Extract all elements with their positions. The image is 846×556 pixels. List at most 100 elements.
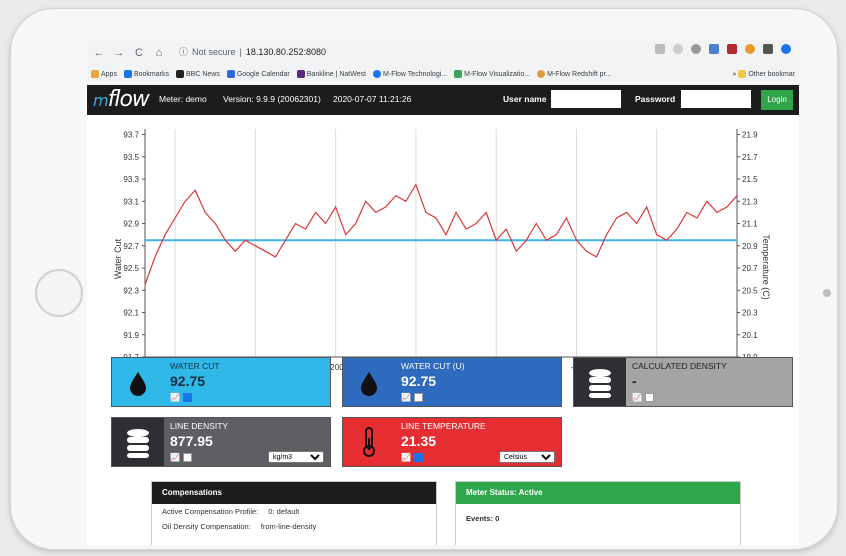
metric-card: WATER CUT 92.75 📈	[111, 357, 331, 407]
username-input[interactable]	[551, 90, 621, 108]
bookmark-mflow-vis[interactable]: M-Flow Visualizatio...	[454, 70, 530, 78]
trend-chart-icon[interactable]: 📈	[632, 393, 642, 402]
thermometer-icon	[343, 418, 395, 466]
bookmark-other[interactable]: » Other bookmar	[732, 70, 795, 78]
metric-tools: 📈	[401, 393, 423, 402]
profile-avatar[interactable]	[781, 44, 791, 54]
info-icon[interactable]: ⓘ	[179, 45, 188, 58]
puzzle-icon[interactable]	[763, 44, 773, 54]
y-tick-label: 92.5	[123, 264, 139, 273]
bookmarks-bar: Apps Bookmarks BBC News Google Calendar …	[91, 67, 795, 81]
extension-icon[interactable]	[709, 44, 719, 54]
star-icon[interactable]	[673, 44, 683, 54]
y2-axis-label: Temperature (C)	[761, 234, 771, 300]
compensations-header: Compensations	[152, 482, 436, 504]
reload-icon[interactable]: C	[133, 47, 145, 59]
metric-card: CALCULATED DENSITY - 📈	[573, 357, 793, 407]
metric-card: LINE DENSITY 877.95 📈 kg/m3	[111, 417, 331, 467]
trend-chart-icon[interactable]: 📈	[401, 453, 411, 462]
username-label: User name	[503, 94, 547, 104]
unit-select[interactable]: kg/m3	[268, 451, 324, 463]
bookmark-apps[interactable]: Apps	[91, 70, 117, 78]
password-input[interactable]	[681, 90, 751, 108]
bookmark-natwest[interactable]: Bankline | NatWest	[296, 70, 366, 78]
y2-tick-label: 20.9	[742, 242, 758, 251]
water-drop-icon	[343, 358, 395, 406]
back-icon[interactable]: ←	[93, 47, 105, 59]
y2-tick-label: 21.3	[742, 197, 758, 206]
metric-title: LINE DENSITY	[170, 421, 229, 431]
compensation-row: Active Compensation Profile: 0: default	[152, 504, 436, 519]
extension-icon[interactable]	[745, 44, 755, 54]
login-button[interactable]: Login	[761, 90, 793, 110]
compensation-row-value: from-line-density	[260, 522, 317, 531]
plot-checkbox[interactable]	[413, 453, 423, 462]
pdf-icon[interactable]	[727, 44, 737, 54]
chart-axes: -280-240-200-160-120-80-40091.791.992.19…	[123, 129, 758, 372]
browser-chrome: ← → C ⌂ ⓘ Not secure | 18.130.80.252:808…	[87, 39, 799, 86]
y2-tick-label: 20.3	[742, 309, 758, 318]
plot-checkbox[interactable]	[182, 453, 192, 462]
tablet-home-button[interactable]	[35, 269, 83, 317]
bookmark-mflow-tech[interactable]: M-Flow Technologi...	[373, 70, 447, 78]
chart-grid	[174, 129, 738, 357]
meter-label: Meter: demo	[159, 94, 207, 104]
plot-checkbox[interactable]	[644, 393, 654, 402]
compensation-row-value: 0: default	[268, 507, 300, 516]
tablet-frame: ← → C ⌂ ⓘ Not secure | 18.130.80.252:808…	[10, 8, 838, 550]
database-icon	[574, 358, 626, 406]
bookmark-calendar[interactable]: Google Calendar	[226, 70, 290, 78]
home-icon[interactable]: ⌂	[153, 47, 165, 59]
y2-tick-label: 21.7	[742, 153, 758, 162]
datetime-label: 2020-07-07 11:21:26	[333, 94, 412, 104]
address-bar[interactable]: ⓘ Not secure | 18.130.80.252:8080	[179, 45, 326, 58]
y-tick-label: 91.9	[123, 331, 139, 340]
metric-tools: 📈	[170, 453, 192, 462]
y-tick-label: 92.3	[123, 286, 139, 295]
unit-select[interactable]: Celsius	[499, 451, 555, 463]
bookmark-bookmarks[interactable]: Bookmarks	[123, 70, 169, 78]
compensation-row: Oil Density Compensation: from-line-dens…	[152, 519, 436, 534]
plot-checkbox[interactable]	[182, 393, 192, 402]
bookmark-mflow-redshift[interactable]: M-Flow Redshift pr...	[537, 70, 611, 78]
y-tick-label: 93.5	[123, 153, 139, 162]
y-tick-label: 92.7	[123, 242, 139, 251]
password-label: Password	[635, 94, 676, 104]
bookmark-bbc[interactable]: BBC News	[175, 70, 220, 78]
metric-tools: 📈	[401, 453, 423, 462]
chart-svg: -280-240-200-160-120-80-40091.791.992.19…	[113, 129, 771, 372]
extension-icon[interactable]	[691, 44, 701, 54]
app-header: mflow Meter: demo Version: 9.9.9 (200623…	[87, 85, 799, 115]
meter-status-panel: Meter Status: Active Events: 0	[455, 481, 741, 545]
trend-chart-icon[interactable]: 📈	[401, 393, 411, 402]
y2-tick-label: 21.9	[742, 131, 758, 140]
compensation-row-label: Active Compensation Profile:	[162, 507, 259, 516]
metric-tools: 📈	[632, 393, 654, 402]
y-tick-label: 92.9	[123, 220, 139, 229]
metric-value: 92.75	[401, 373, 437, 389]
metric-tools: 📈	[170, 393, 192, 402]
metric-title: LINE TEMPERATURE	[401, 421, 486, 431]
y-axis-label: Water Cut	[113, 238, 123, 279]
y-tick-label: 93.1	[123, 197, 139, 206]
metric-value: 877.95	[170, 433, 213, 449]
trend-chart-icon[interactable]: 📈	[170, 393, 180, 402]
trend-chart-icon[interactable]: 📈	[170, 453, 180, 462]
metric-card: LINE TEMPERATURE 21.35 📈 Celsius	[342, 417, 562, 467]
metric-value: 21.35	[401, 433, 437, 449]
translate-icon[interactable]	[655, 44, 665, 54]
metric-value: -	[632, 373, 637, 389]
tablet-camera	[823, 289, 831, 297]
browser-nav: ← → C ⌂	[93, 43, 165, 63]
y2-tick-label: 21.1	[742, 220, 758, 229]
water-drop-icon	[112, 358, 164, 406]
y-tick-label: 93.3	[123, 175, 139, 184]
y2-tick-label: 20.1	[742, 331, 758, 340]
compensations-panel: Compensations Active Compensation Profil…	[151, 481, 437, 545]
trend-chart: -280-240-200-160-120-80-40091.791.992.19…	[87, 117, 799, 381]
metric-card: WATER CUT (U) 92.75 📈	[342, 357, 562, 407]
database-icon	[112, 418, 164, 466]
forward-icon[interactable]: →	[113, 47, 125, 59]
plot-checkbox[interactable]	[413, 393, 423, 402]
mflow-logo: mflow	[93, 87, 150, 112]
